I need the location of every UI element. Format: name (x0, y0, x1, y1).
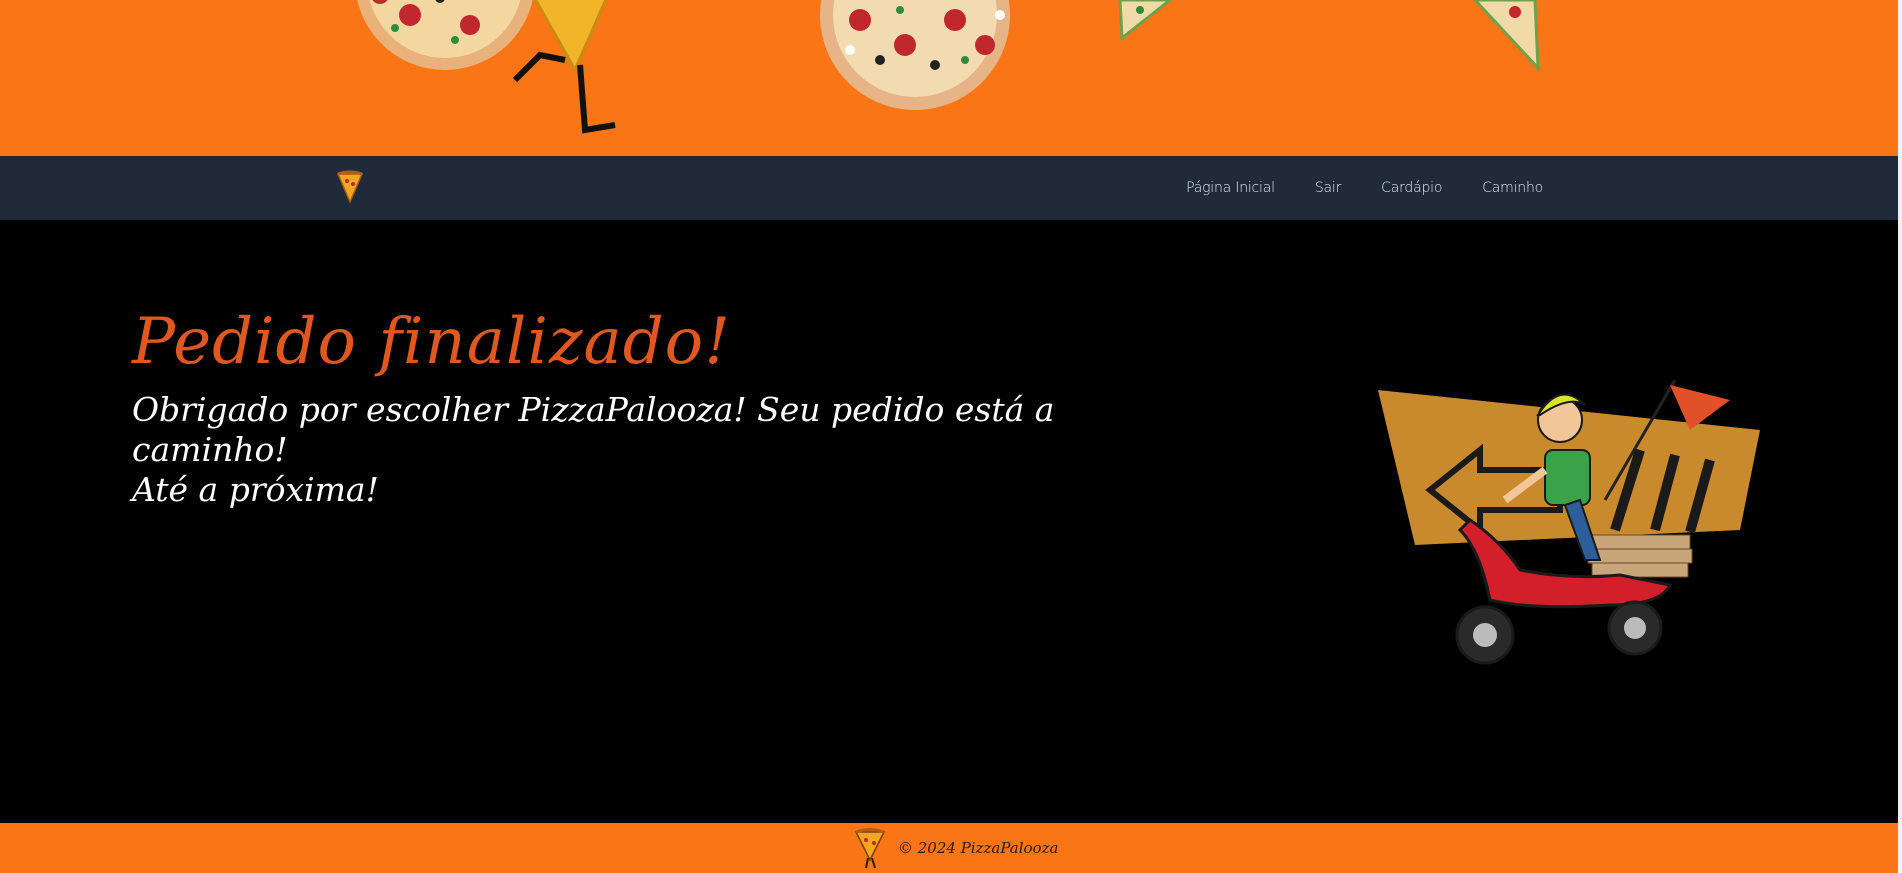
hero-banner (0, 0, 1898, 156)
farewell-message-line: Até a próxima! (132, 470, 379, 509)
pizza-mascot-image (512, 0, 616, 134)
nav-link-home[interactable]: Página Inicial (1186, 180, 1275, 196)
navbar: Página Inicial Sair Cardápio Caminho (0, 156, 1898, 220)
pizza-center-image (820, 0, 1010, 110)
nav-link-menu[interactable]: Cardápio (1381, 180, 1442, 196)
delivery-scooter-illustration (1378, 379, 1760, 665)
window-edge (1898, 0, 1902, 873)
confirmation-message: Obrigado por escolher PizzaPalooza! Seu … (132, 390, 1132, 510)
pizza-mascot-icon (852, 826, 888, 870)
order-confirmation-section: Pedido finalizado! Obrigado por escolher… (0, 220, 1898, 823)
pizza-left-image (357, 0, 533, 70)
footer: © 2024 PizzaPalooza (0, 823, 1898, 873)
footer-content: © 2024 PizzaPalooza (852, 823, 1058, 873)
pizza-slice-image (1472, 0, 1540, 73)
pizza-banner-art (357, 0, 1540, 134)
footer-copyright: © 2024 PizzaPalooza (898, 839, 1059, 857)
nav-link-route[interactable]: Caminho (1482, 180, 1543, 196)
nav-links: Página Inicial Sair Cardápio Caminho (1186, 156, 1543, 220)
page-title: Pedido finalizado! (132, 305, 731, 379)
nav-link-logout[interactable]: Sair (1315, 180, 1342, 196)
pizza-slice-image (1118, 0, 1173, 41)
pizza-slice-icon[interactable] (336, 170, 364, 206)
confirmation-message-line: Obrigado por escolher PizzaPalooza! Seu … (132, 390, 1055, 469)
